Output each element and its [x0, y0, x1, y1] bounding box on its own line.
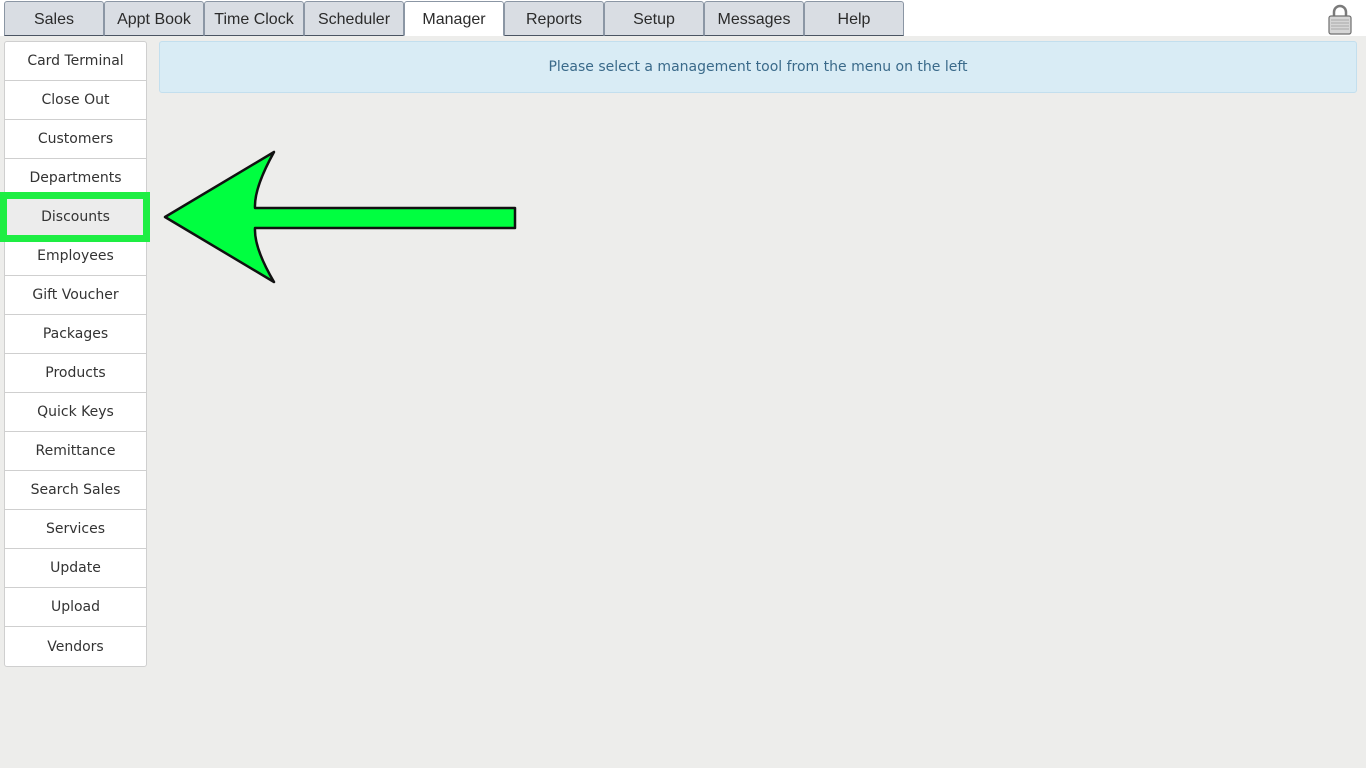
top-navigation-bar: Sales Appt Book Time Clock Scheduler Man…: [0, 0, 1366, 37]
tab-setup[interactable]: Setup: [604, 1, 704, 36]
tab-time-clock[interactable]: Time Clock: [204, 1, 304, 36]
tab-appt-book[interactable]: Appt Book: [104, 1, 204, 36]
sidebar-item-quick-keys[interactable]: Quick Keys: [5, 393, 146, 432]
sidebar-item-gift-voucher[interactable]: Gift Voucher: [5, 276, 146, 315]
tab-scheduler[interactable]: Scheduler: [304, 1, 404, 36]
lock-icon[interactable]: [1327, 3, 1353, 35]
sidebar-item-search-sales[interactable]: Search Sales: [5, 471, 146, 510]
left-arrow-icon: [163, 150, 517, 284]
main-tabs: Sales Appt Book Time Clock Scheduler Man…: [4, 1, 904, 36]
tab-messages[interactable]: Messages: [704, 1, 804, 36]
sidebar-item-customers[interactable]: Customers: [5, 120, 146, 159]
tab-reports[interactable]: Reports: [504, 1, 604, 36]
info-message-panel: Please select a management tool from the…: [159, 41, 1357, 93]
sidebar-item-packages[interactable]: Packages: [5, 315, 146, 354]
sidebar-item-discounts[interactable]: Discounts: [5, 198, 146, 237]
sidebar-item-close-out[interactable]: Close Out: [5, 81, 146, 120]
tab-manager[interactable]: Manager: [404, 1, 504, 36]
sidebar-item-employees[interactable]: Employees: [5, 237, 146, 276]
sidebar-item-upload[interactable]: Upload: [5, 588, 146, 627]
scrollbar-gutter: [1358, 37, 1366, 768]
manager-menu: Card Terminal Close Out Customers Depart…: [4, 41, 147, 667]
sidebar-item-departments[interactable]: Departments: [5, 159, 146, 198]
sidebar-item-remittance[interactable]: Remittance: [5, 432, 146, 471]
tab-sales[interactable]: Sales: [4, 1, 104, 36]
tab-help[interactable]: Help: [804, 1, 904, 36]
sidebar-item-services[interactable]: Services: [5, 510, 146, 549]
sidebar-item-products[interactable]: Products: [5, 354, 146, 393]
sidebar-item-vendors[interactable]: Vendors: [5, 627, 146, 666]
sidebar-item-card-terminal[interactable]: Card Terminal: [5, 42, 146, 81]
info-message-text: Please select a management tool from the…: [548, 59, 968, 75]
sidebar-item-update[interactable]: Update: [5, 549, 146, 588]
tab-baseline: [0, 36, 1366, 37]
